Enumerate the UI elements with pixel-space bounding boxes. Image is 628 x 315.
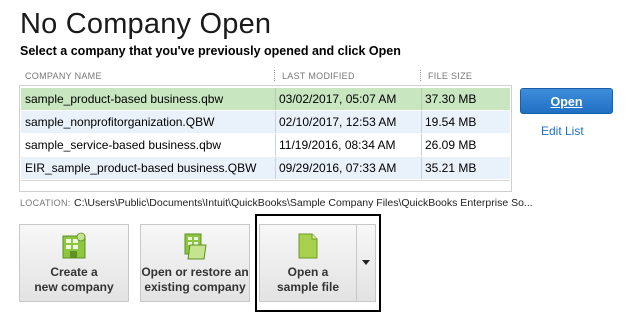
new-company-icon: [62, 232, 86, 259]
last-modified-cell: 03/02/2017, 05:07 AM: [279, 92, 397, 106]
file-size-cell: 26.09 MB: [425, 138, 477, 152]
page-subtitle: Select a company that you've previously …: [20, 44, 401, 58]
table-row[interactable]: EIR_sample_product-based business.QBW 09…: [21, 157, 510, 179]
open-folder-icon: [184, 233, 207, 260]
company-name-cell: sample_service-based business.qbw: [25, 138, 222, 152]
cell-divider: [421, 134, 422, 156]
highlight-frame: [255, 214, 381, 312]
company-name-cell: sample_product-based business.qbw: [25, 92, 224, 106]
company-name-cell: EIR_sample_product-based business.QBW: [25, 161, 257, 175]
cell-divider: [421, 88, 422, 110]
edit-list-link[interactable]: Edit List: [541, 124, 584, 138]
cell-divider: [275, 157, 276, 179]
open-button-label: Open: [550, 95, 583, 109]
create-new-company-label: Create a new company: [34, 265, 114, 294]
column-header-file-size[interactable]: FILE SIZE: [428, 71, 472, 81]
row-divider: [21, 180, 510, 181]
create-new-company-button[interactable]: Create a new company: [19, 224, 129, 302]
table-row[interactable]: sample_nonprofitorganization.QBW 02/10/2…: [21, 111, 510, 133]
table-row[interactable]: sample_service-based business.qbw 11/19/…: [21, 134, 510, 156]
column-header-last-modified[interactable]: LAST MODIFIED: [282, 71, 355, 81]
company-list-table: sample_product-based business.qbw 03/02/…: [19, 85, 512, 192]
company-name-cell: sample_nonprofitorganization.QBW: [25, 115, 215, 129]
file-size-cell: 35.21 MB: [425, 161, 477, 175]
location-path: C:\Users\Public\Documents\Intuit\QuickBo…: [74, 197, 533, 209]
file-size-cell: 19.54 MB: [425, 115, 477, 129]
last-modified-cell: 09/29/2016, 07:33 AM: [279, 161, 397, 175]
open-restore-company-label: Open or restore an existing company: [141, 265, 249, 294]
cell-divider: [421, 157, 422, 179]
column-header-company-name[interactable]: COMPANY NAME: [25, 71, 102, 81]
column-separator: [420, 70, 422, 81]
location-label: LOCATION:: [20, 198, 71, 208]
cell-divider: [275, 88, 276, 110]
file-size-cell: 37.30 MB: [425, 92, 477, 106]
table-row[interactable]: sample_product-based business.qbw 03/02/…: [21, 88, 510, 110]
open-button[interactable]: Open: [520, 88, 613, 114]
column-separator: [274, 70, 276, 81]
open-restore-company-button[interactable]: Open or restore an existing company: [140, 224, 250, 302]
cell-divider: [421, 111, 422, 133]
last-modified-cell: 11/19/2016, 08:34 AM: [279, 138, 396, 152]
last-modified-cell: 02/10/2017, 12:53 AM: [279, 115, 397, 129]
cell-divider: [275, 111, 276, 133]
cell-divider: [275, 134, 276, 156]
page-title: No Company Open: [20, 8, 272, 40]
